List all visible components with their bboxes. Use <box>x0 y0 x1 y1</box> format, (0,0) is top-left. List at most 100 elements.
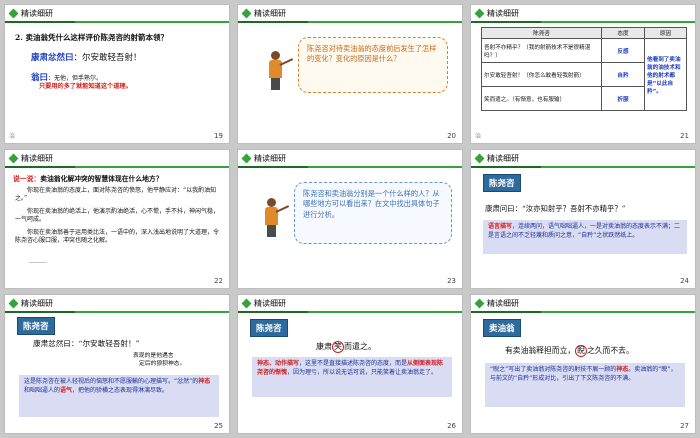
character-name: 陈尧咨 <box>250 319 288 337</box>
question-bubble: 陈尧咨和卖油翁分别是一个什么样的人？从哪些地方可以看出来？在文中找出具体句子进行… <box>294 182 452 244</box>
slide-26[interactable]: 精读细研 陈尧咨 康肃笑而遣之。 神态、动作描写，这里不是直接描述陈尧咨的态度，… <box>237 294 463 434</box>
slide-24[interactable]: 精读细研 陈尧咨 康肃问曰：“汝亦知射乎？吾射不亦精乎？” 语言描写，连续两问，… <box>470 149 696 289</box>
analysis-text-2: ，因为理亏，所以说无话可说，只能笑着让卖油翁走了。 <box>287 368 438 376</box>
quote-part-a: 有卖油翁释担而立， <box>505 346 576 355</box>
analysis-box: 语言描写，连续两问，语气咄咄逼人，一是对卖油翁的态度表示不满；二是言语之间不乏轻… <box>483 220 687 254</box>
header-title: 精读细研 <box>487 298 519 308</box>
quote: 康肃笑而遣之。 <box>316 341 376 353</box>
header-line-dark <box>5 21 75 23</box>
paragraph-2: 你现在卖油翁的绝活上，他演示酌油绝活，心不慌，手不抖，神闲气稳，一气呵成。 <box>15 208 220 223</box>
diamond-icon <box>241 298 252 308</box>
slide-25[interactable]: 精读细研 陈尧咨 康肃忿然曰：“尔安敢轻吾射！” 表现的是他遇言 定后的狼狈神态… <box>4 294 230 434</box>
header-line-dark <box>471 311 541 313</box>
ellipsis: ……… <box>29 258 47 265</box>
slide-number: 21 <box>680 132 689 140</box>
analysis-box: “睨之”写出了卖油翁对陈尧咨的射技不屑一顾的神态。卖油翁的“睨”，与前文的“自矜… <box>485 363 685 407</box>
slide-header: 精读细研 <box>5 295 53 311</box>
slide-number: 19 <box>214 132 223 140</box>
reason-cell: 他看到了卖油翁的油技术和他的射术都是“以此自矜”。 <box>644 38 687 111</box>
diamond-icon <box>241 8 252 18</box>
header-title: 精读细研 <box>254 298 286 308</box>
question: 2. 卖油翁凭什么这样评价陈尧咨的射箭本领？ <box>15 33 168 42</box>
title-prefix: 说一说： <box>13 175 41 183</box>
highlight-2: 语气 <box>60 386 73 394</box>
question-bubble: 陈尧咨对待卖油翁的态度前后发生了怎样的变化？变化的原因是什么？ <box>298 37 448 93</box>
header-line-dark <box>238 21 308 23</box>
slide-header: 精读细研 <box>238 295 286 311</box>
quote: 康肃问曰：“汝亦知射乎？吾射不亦精乎？” <box>485 204 626 213</box>
circled-word: 睨 <box>575 345 587 357</box>
line-1-text: ：尔安敢轻吾射！ <box>73 53 142 63</box>
slide-header: 精读细研 <box>471 295 519 311</box>
highlight-1: 神态 <box>198 378 211 385</box>
header-line-dark <box>238 311 308 313</box>
slide-header: 精读细研 <box>5 150 53 166</box>
slide-header: 精读细研 <box>238 5 286 21</box>
col-header: 态度 <box>601 27 645 39</box>
circled-word: 笑 <box>332 341 344 353</box>
slide-20[interactable]: 精读细研 陈尧咨对待卖油翁的态度前后发生了怎样的变化？变化的原因是什么？ 20 <box>237 4 463 144</box>
analysis-text-1: “睨之”写出了卖油翁对陈尧咨的射技不屑一顾的 <box>490 366 617 373</box>
analysis-text: ，连续两问，语气咄咄逼人，一是对卖油翁的态度表示不满；二是言语之间不乏轻蔑和质问… <box>488 223 681 239</box>
page-mark: 治 <box>475 133 482 140</box>
note: 只要用的多了就能知道这个道理。 <box>39 83 132 90</box>
analysis-box: 这是陈尧咨在被人轻视后的恼怒和不愿服輸的心理描写。“忿然”的神态和咄咄逼人的语气… <box>19 375 219 417</box>
analysis-text-3: ，把他的骄横之态表现得淋漓尽致。 <box>72 386 169 394</box>
slide-number: 23 <box>447 277 456 285</box>
analysis-text-1: 这是陈尧咨在被人轻视后的恼怒和不愿服輸的心理描写。“忿然”的 <box>24 378 199 385</box>
slide-number: 25 <box>214 422 223 430</box>
character-name: 卖油翁 <box>483 319 521 337</box>
slide-number: 22 <box>214 277 223 285</box>
quote: 有卖油翁释担而立，睨之久而不去。 <box>505 345 634 357</box>
diamond-icon <box>474 8 485 18</box>
diamond-icon <box>474 153 485 163</box>
speaker-2: 翁曰 <box>31 73 49 83</box>
analysis-text-2: 和咄咄逼人的 <box>24 386 61 394</box>
table-cell: 尔安敢轻吾射！（你怎么敢看轻我射箭） <box>481 62 602 87</box>
slide-header: 精读细研 <box>5 5 53 21</box>
slide-number: 24 <box>680 277 689 285</box>
highlight: 神态 <box>616 366 629 373</box>
quote-line-1: 康肃忿然曰：尔安敢轻吾射！ <box>31 53 142 64</box>
slide-header: 精读细研 <box>238 150 286 166</box>
header-line-dark <box>471 166 541 168</box>
table-cell: 笑而遣之。（有惭意，也有服输） <box>481 86 602 111</box>
header-line-dark <box>5 166 75 168</box>
analysis-box: 神态、动作描写，这里不是直接描述陈尧咨的态度，而是从侧面表现陈尧咨的惭愧，因为理… <box>252 357 452 397</box>
slide-27[interactable]: 精读细研 卖油翁 有卖油翁释担而立，睨之久而不去。 “睨之”写出了卖油翁对陈尧咨… <box>470 294 696 434</box>
analysis-label: 语言描写 <box>488 223 513 230</box>
slide-22[interactable]: 精读细研 说一说：卖油翁化解冲突的智慧体现在什么地方？ 你现在卖油翁的态度上，面… <box>4 149 230 289</box>
paragraph-3: 你现在卖油翁善于运用类比法，一语中的，深入浅出地说明了大道理，令陈尧咨心服口服，… <box>15 229 220 244</box>
slide-header: 精读细研 <box>471 150 519 166</box>
header-title: 精读细研 <box>21 153 53 163</box>
slide-21[interactable]: 精读细研 陈尧咨 态度 原因 吾射不亦精乎？（我的射箭技术不是很精湛吗？） 反感… <box>470 4 696 144</box>
page-mark: 治 <box>9 133 16 140</box>
attitude-table: 陈尧咨 态度 原因 吾射不亦精乎？（我的射箭技术不是很精湛吗？） 反感 他看到了… <box>481 27 687 111</box>
discussion-title: 说一说：卖油翁化解冲突的智慧体现在什么地方？ <box>13 175 163 183</box>
slide-number: 26 <box>447 422 456 430</box>
analysis-text-1: ，这里不是直接描述陈尧咨的态度，而是 <box>299 360 408 367</box>
slide-number: 27 <box>680 422 689 430</box>
character-name: 陈尧咨 <box>483 174 521 192</box>
diamond-icon <box>241 153 252 163</box>
quote-part-a: 康肃 <box>316 342 332 351</box>
col-header: 陈尧咨 <box>481 27 602 39</box>
title-text: 卖油翁化解冲突的智慧体现在什么地方？ <box>40 175 163 183</box>
diamond-icon <box>8 153 19 163</box>
slide-19[interactable]: 精读细研 2. 卖油翁凭什么这样评价陈尧咨的射箭本领？ 康肃忿然曰：尔安敢轻吾射… <box>4 4 230 144</box>
teacher-figure-icon <box>266 51 294 91</box>
header-line-dark <box>238 166 308 168</box>
character-name: 陈尧咨 <box>17 317 55 335</box>
speaker-1: 康肃忿然曰 <box>31 53 74 63</box>
slide-number: 20 <box>447 132 456 140</box>
col-header: 原因 <box>644 27 687 39</box>
diamond-icon <box>8 298 19 308</box>
header-title: 精读细研 <box>487 153 519 163</box>
table-cell: 吾射不亦精乎？（我的射箭技术不是很精湛吗？） <box>481 38 602 63</box>
slide-23[interactable]: 精读细研 陈尧咨和卖油翁分别是一个什么样的人？从哪些地方可以看出来？在文中找出具… <box>237 149 463 289</box>
header-title: 精读细研 <box>254 8 286 18</box>
header-title: 精读细研 <box>487 8 519 18</box>
header-line-dark <box>5 311 75 313</box>
quote-part-b: 之久而不去。 <box>586 346 634 355</box>
annotation-2: 定后的狼狈神态。 <box>139 361 186 367</box>
